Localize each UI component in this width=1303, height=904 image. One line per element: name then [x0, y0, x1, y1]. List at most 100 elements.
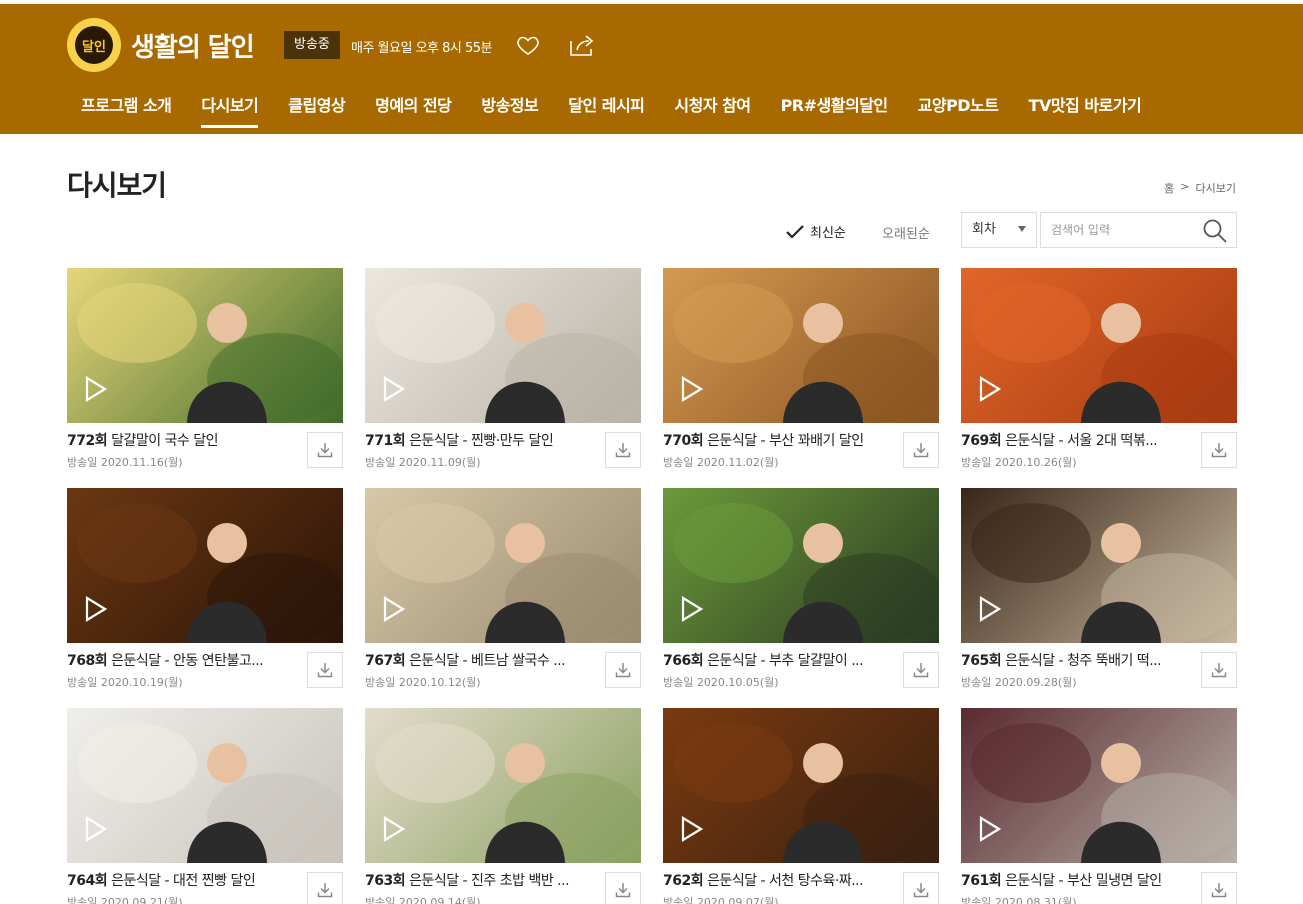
download-button[interactable] [307, 432, 343, 468]
download-icon [615, 443, 631, 458]
episode-card[interactable]: 764회 은둔식달 - 대전 찐빵 달인 방송일 2020.09.21(월) [67, 708, 343, 904]
play-icon [681, 816, 703, 842]
episode-number: 763회 [365, 873, 406, 889]
episode-number: 764회 [67, 873, 108, 889]
nav-hall-of-fame[interactable]: 명예의 전당 [375, 92, 452, 128]
download-button[interactable] [307, 652, 343, 688]
download-icon [913, 883, 929, 898]
episode-card[interactable]: 769회 은둔식달 - 서울 2대 떡볶... 방송일 2020.10.26(월) [961, 268, 1237, 478]
episode-card[interactable]: 772회 달걀말이 국수 달인 방송일 2020.11.16(월) [67, 268, 343, 478]
episode-number: 768회 [67, 653, 108, 669]
play-icon [85, 376, 107, 402]
episode-card[interactable]: 766회 은둔식달 - 부추 달걀말이 ... 방송일 2020.10.05(월) [663, 488, 939, 698]
download-button[interactable] [1201, 652, 1237, 688]
nav-replay[interactable]: 다시보기 [201, 92, 259, 128]
episode-title[interactable]: 764회 은둔식달 - 대전 찐빵 달인 [67, 870, 297, 890]
episode-title-text: 은둔식달 - 부산 밀냉면 달인 [1005, 873, 1162, 889]
nav-pr[interactable]: PR#생활의달인 [781, 92, 889, 128]
download-button[interactable] [1201, 872, 1237, 904]
episode-thumbnail[interactable] [365, 488, 641, 643]
episode-card[interactable]: 768회 은둔식달 - 안동 연탄불고... 방송일 2020.10.19(월) [67, 488, 343, 698]
download-button[interactable] [605, 652, 641, 688]
episode-thumbnail[interactable] [663, 708, 939, 863]
play-icon [681, 376, 703, 402]
episode-title[interactable]: 767회 은둔식달 - 베트남 쌀국수 ... [365, 650, 595, 670]
episode-thumbnail[interactable] [365, 708, 641, 863]
sort-oldest-button[interactable]: 오래된순 [882, 223, 930, 242]
thumbnail-image [673, 503, 939, 643]
episode-card[interactable]: 767회 은둔식달 - 베트남 쌀국수 ... 방송일 2020.10.12(월) [365, 488, 641, 698]
episode-title[interactable]: 770회 은둔식달 - 부산 꽈배기 달인 [663, 430, 893, 450]
download-button[interactable] [307, 872, 343, 904]
search-input[interactable] [1041, 213, 1191, 247]
program-logo[interactable]: 달인 [67, 18, 121, 72]
episode-thumbnail[interactable] [961, 488, 1237, 643]
download-button[interactable] [605, 872, 641, 904]
episode-thumbnail[interactable] [961, 268, 1237, 423]
episode-thumbnail[interactable] [67, 708, 343, 863]
episode-title[interactable]: 772회 달걀말이 국수 달인 [67, 430, 297, 450]
heart-icon[interactable] [516, 33, 540, 57]
episode-thumbnail[interactable] [663, 488, 939, 643]
nav-viewer-participation[interactable]: 시청자 참여 [674, 92, 751, 128]
thumbnail-image [673, 283, 939, 423]
download-button[interactable] [1201, 432, 1237, 468]
episode-thumbnail[interactable] [365, 268, 641, 423]
play-icon [383, 816, 405, 842]
play-icon [979, 816, 1001, 842]
episode-title[interactable]: 766회 은둔식달 - 부추 달걀말이 ... [663, 650, 893, 670]
play-icon [85, 596, 107, 622]
nav-program-intro[interactable]: 프로그램 소개 [81, 92, 172, 128]
thumbnail-image [77, 723, 343, 863]
program-title[interactable]: 생활의 달인 [131, 27, 255, 64]
download-button[interactable] [605, 432, 641, 468]
episode-card[interactable]: 765회 은둔식달 - 청주 뚝배기 떡... 방송일 2020.09.28(월) [961, 488, 1237, 698]
episode-select[interactable]: 회차 [961, 212, 1037, 248]
episode-card[interactable]: 771회 은둔식달 - 찐빵·만두 달인 방송일 2020.11.09(월) [365, 268, 641, 478]
episode-number: 767회 [365, 653, 406, 669]
play-icon [979, 376, 1001, 402]
download-icon [317, 663, 333, 678]
play-icon [383, 376, 405, 402]
episode-select-value: 회차 [972, 222, 996, 237]
episode-card[interactable]: 763회 은둔식달 - 진주 초밥 백반 ... 방송일 2020.09.14(월… [365, 708, 641, 904]
episode-thumbnail[interactable] [961, 708, 1237, 863]
share-icon[interactable] [569, 33, 595, 57]
episode-title[interactable]: 761회 은둔식달 - 부산 밀냉면 달인 [961, 870, 1191, 890]
sort-latest-button[interactable]: 최신순 [786, 222, 846, 241]
episode-title[interactable]: 768회 은둔식달 - 안동 연탄불고... [67, 650, 297, 670]
episode-title[interactable]: 765회 은둔식달 - 청주 뚝배기 떡... [961, 650, 1191, 670]
episode-thumbnail[interactable] [663, 268, 939, 423]
episode-air-date: 방송일 2020.10.05(월) [663, 676, 779, 689]
search-icon[interactable] [1202, 218, 1228, 244]
episode-title[interactable]: 771회 은둔식달 - 찐빵·만두 달인 [365, 430, 595, 450]
breadcrumb-home[interactable]: 홈 [1164, 180, 1174, 196]
episode-title[interactable]: 762회 은둔식달 - 서천 탕수육·짜... [663, 870, 893, 890]
thumbnail-image [375, 503, 641, 643]
download-icon [913, 443, 929, 458]
nav-clips[interactable]: 클립영상 [288, 92, 345, 128]
episode-title[interactable]: 763회 은둔식달 - 진주 초밥 백반 ... [365, 870, 595, 890]
broadcast-schedule: 매주 월요일 오후 8시 55분 [351, 41, 492, 56]
download-button[interactable] [903, 432, 939, 468]
nav-broadcast-info[interactable]: 방송정보 [481, 92, 538, 128]
episode-thumbnail[interactable] [67, 268, 343, 423]
download-button[interactable] [903, 652, 939, 688]
nav-pd-notes[interactable]: 교양PD노트 [918, 92, 999, 128]
breadcrumb-separator: > [1180, 180, 1190, 193]
episode-air-date: 방송일 2020.09.14(월) [365, 896, 481, 904]
episode-thumbnail[interactable] [67, 488, 343, 643]
episode-number: 770회 [663, 433, 704, 449]
episode-card[interactable]: 770회 은둔식달 - 부산 꽈배기 달인 방송일 2020.11.02(월) [663, 268, 939, 478]
nav-tv-restaurants[interactable]: TV맛집 바로가기 [1029, 92, 1142, 128]
episode-number: 766회 [663, 653, 704, 669]
download-icon [1211, 883, 1227, 898]
nav-recipes[interactable]: 달인 레시피 [568, 92, 645, 128]
play-icon [979, 596, 1001, 622]
episode-title[interactable]: 769회 은둔식달 - 서울 2대 떡볶... [961, 430, 1191, 450]
thumbnail-image [971, 723, 1237, 863]
download-button[interactable] [903, 872, 939, 904]
episode-card[interactable]: 761회 은둔식달 - 부산 밀냉면 달인 방송일 2020.08.31(월) [961, 708, 1237, 904]
episode-card[interactable]: 762회 은둔식달 - 서천 탕수육·짜... 방송일 2020.09.07(월) [663, 708, 939, 904]
thumbnail-image [971, 503, 1237, 643]
